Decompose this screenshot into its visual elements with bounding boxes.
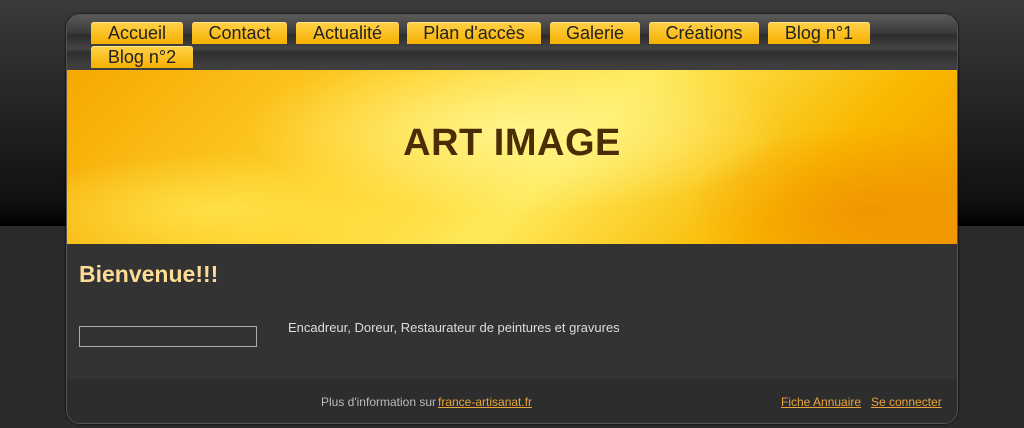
page-container: Accueil Contact Actualité Plan d'accès G… [66, 14, 958, 424]
tab-contact[interactable]: Contact [192, 22, 287, 44]
sidebar-input[interactable] [79, 326, 257, 347]
header-banner: ART IMAGE [67, 70, 957, 244]
footer-info-text: Plus d'information sur [321, 395, 437, 409]
fiche-annuaire-link[interactable]: Fiche Annuaire [781, 395, 861, 409]
tab-blog-2[interactable]: Blog n°2 [91, 46, 193, 68]
tab-plan-acces[interactable]: Plan d'accès [407, 22, 541, 44]
main-nav: Accueil Contact Actualité Plan d'accès G… [67, 15, 957, 70]
tab-galerie[interactable]: Galerie [550, 22, 640, 44]
tab-accueil[interactable]: Accueil [91, 22, 183, 44]
footer: Plus d'information sur france-artisanat.… [67, 379, 957, 423]
france-artisanat-link[interactable]: france-artisanat.fr [438, 395, 532, 409]
tab-actualite[interactable]: Actualité [296, 22, 399, 44]
business-description: Encadreur, Doreur, Restaurateur de peint… [288, 320, 620, 335]
page-heading: Bienvenue!!! [79, 261, 219, 287]
tab-creations[interactable]: Créations [649, 22, 759, 44]
site-title: ART IMAGE [403, 122, 621, 164]
login-link[interactable]: Se connecter [871, 395, 942, 409]
main-content: Bienvenue!!! Encadreur, Doreur, Restaura… [67, 244, 957, 379]
tab-blog-1[interactable]: Blog n°1 [768, 22, 870, 44]
